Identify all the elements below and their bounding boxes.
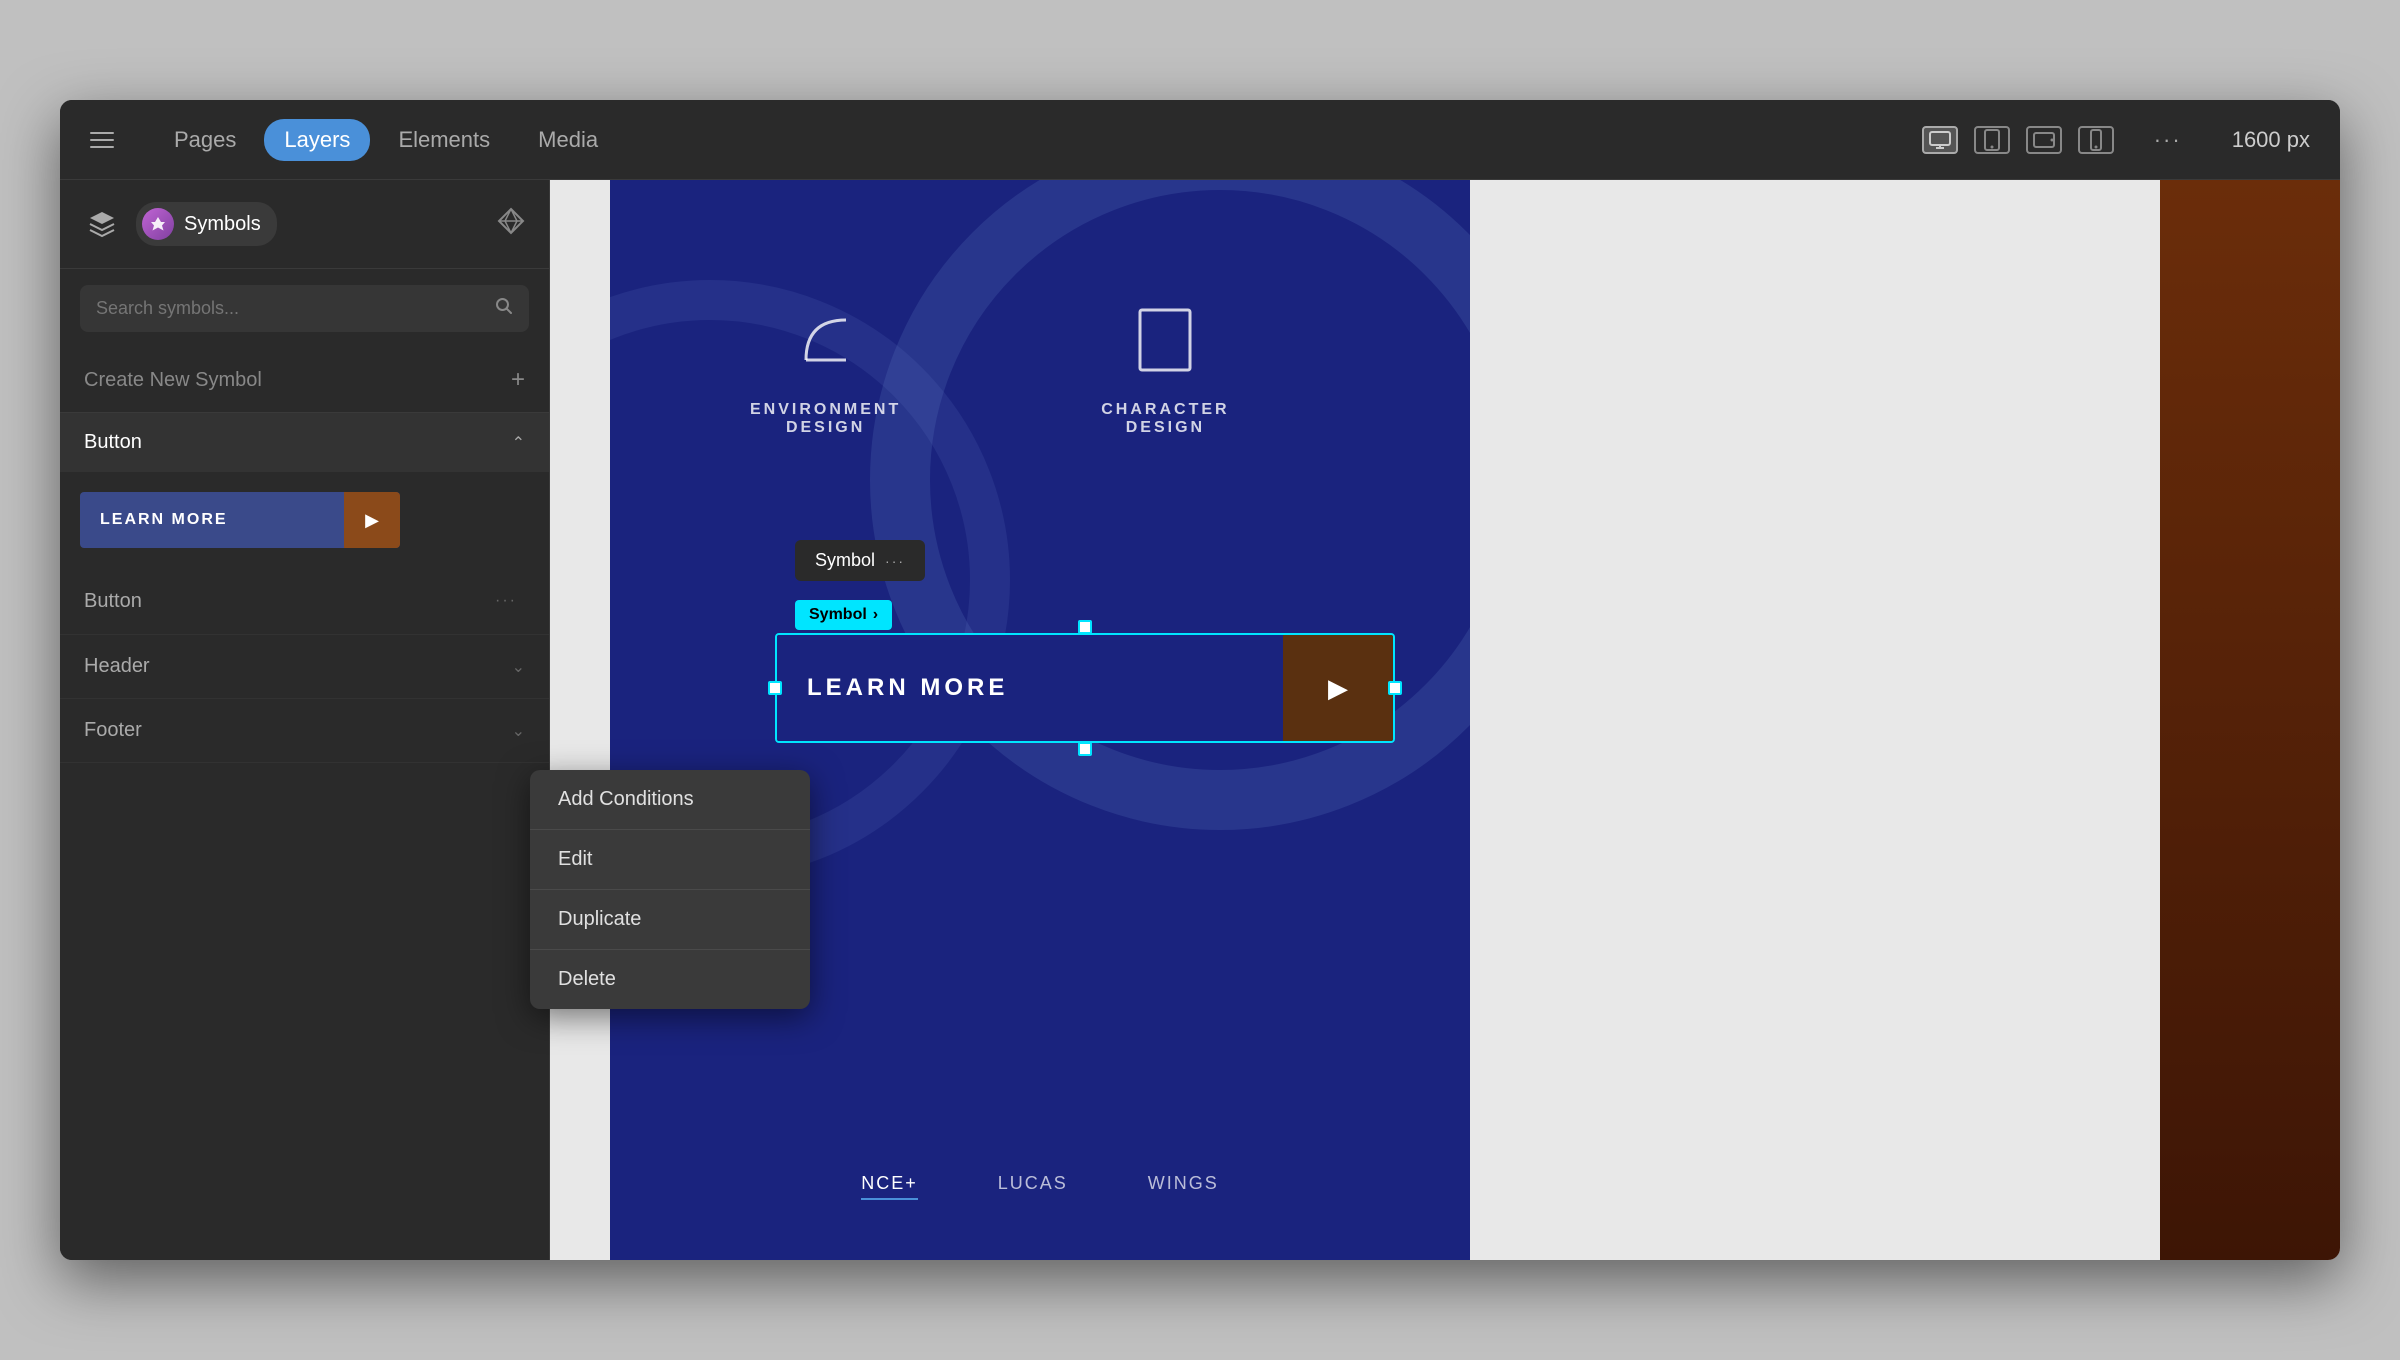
canvas-nav-item-wings[interactable]: WINGS [1148,1173,1219,1200]
canvas-icon-character: CHARACTER DESIGN [1101,300,1229,437]
layer-item-footer[interactable]: Footer ⌄ [60,699,549,763]
character-design-icon [1125,300,1205,385]
context-menu-item-duplicate[interactable]: Duplicate [530,890,810,950]
symbol-tag: Symbol ··· [795,540,925,581]
px-display: 1600 px [2232,127,2310,153]
tab-elements[interactable]: Elements [378,119,510,161]
button-section-chevron-icon: ⌃ [512,433,525,453]
preview-button: LEARN MORE ▶ [80,492,400,548]
tab-pages[interactable]: Pages [154,119,256,161]
layer-item-footer-chevron-icon: ⌄ [512,721,525,741]
mobile-device-icon[interactable] [2078,126,2114,154]
right-partial-canvas [2160,180,2340,1260]
canvas-selected-button-container: LEARN MORE ▶ [775,620,1395,756]
nav-tabs: Pages Layers Elements Media [154,119,618,161]
preview-button-label: LEARN MORE [80,511,344,529]
desktop-device-icon[interactable] [1922,126,1958,154]
button-preview-area: LEARN MORE ▶ [60,472,549,568]
character-design-label: CHARACTER DESIGN [1101,401,1229,437]
canvas-nav-row: NCE+ LUCAS WINGS [610,1173,1470,1200]
layer-item-header-label: Header [84,655,512,678]
layer-item-footer-label: Footer [84,719,512,742]
symbol-tooltip: Symbol ··· [795,540,925,581]
tablet-portrait-device-icon[interactable] [1974,126,2010,154]
layer-item-header[interactable]: Header ⌄ [60,635,549,699]
diamond-icon[interactable] [497,207,525,241]
tab-layers[interactable]: Layers [264,119,370,161]
main-content: Symbols [60,180,2340,1260]
canvas-area: ENVIRONMENT DESIGN CHARACTER DESIGN [550,180,2340,1260]
panel-header: Symbols [60,180,549,269]
search-icon [495,297,513,320]
create-symbol-plus-icon: + [511,366,525,394]
layer-item-header-chevron-icon: ⌄ [512,657,525,677]
selected-button-inner: LEARN MORE ▶ [775,633,1395,743]
canvas-background: ENVIRONMENT DESIGN CHARACTER DESIGN [550,180,2340,1260]
selection-bottom-handle [775,742,1395,756]
selected-tag-label: Symbol [809,606,867,624]
left-panel: Symbols [60,180,550,1260]
design-page: ENVIRONMENT DESIGN CHARACTER DESIGN [610,180,1470,1260]
tab-media[interactable]: Media [518,119,618,161]
app-window: Pages Layers Elements Media ··· 1600 px [60,100,2340,1260]
layer-item-button[interactable]: Button ··· [60,568,549,635]
context-menu: Add Conditions Edit Duplicate Delete [530,770,810,1009]
right-handle-dot [1388,681,1402,695]
canvas-nav-item-nce[interactable]: NCE+ [861,1173,918,1200]
symbol-icon [142,208,174,240]
button-section-title: Button [84,431,512,454]
context-menu-item-add-conditions[interactable]: Add Conditions [530,770,810,830]
button-section-header[interactable]: Button ⌃ [60,413,549,472]
layer-item-button-more-icon[interactable]: ··· [487,588,525,614]
canvas-nav-item-lucas[interactable]: LUCAS [998,1173,1068,1200]
context-menu-item-delete[interactable]: Delete [530,950,810,1009]
preview-button-arrow-icon: ▶ [344,492,400,548]
search-bar [80,285,529,332]
symbol-badge[interactable]: Symbols [136,202,277,246]
top-handle-dot [1078,620,1092,634]
device-icons [1922,126,2114,154]
selected-symbol-tag[interactable]: Symbol › [795,600,892,630]
symbol-tag-more-icon[interactable]: ··· [885,553,905,569]
environment-design-label: ENVIRONMENT DESIGN [750,401,901,437]
context-menu-item-edit[interactable]: Edit [530,830,810,890]
symbols-label: Symbols [184,213,261,236]
selected-button-text: LEARN MORE [807,674,1008,702]
environment-design-icon [786,300,866,385]
more-options-icon[interactable]: ··· [2154,127,2182,153]
selected-button-text-area: LEARN MORE [777,635,1283,741]
create-symbol-button[interactable]: Create New Symbol + [60,348,549,413]
bottom-handle-dot [1078,742,1092,756]
create-symbol-label: Create New Symbol [84,369,511,392]
top-nav: Pages Layers Elements Media ··· 1600 px [60,100,2340,180]
canvas-icon-environment: ENVIRONMENT DESIGN [750,300,901,437]
tablet-landscape-device-icon[interactable] [2026,126,2062,154]
search-input[interactable] [96,298,485,319]
left-handle-dot [768,681,782,695]
selected-tag-chevron-icon: › [873,606,878,624]
canvas-icons-row: ENVIRONMENT DESIGN CHARACTER DESIGN [750,300,1230,437]
layers-icon[interactable] [84,206,120,242]
symbol-tag-label: Symbol [815,550,875,571]
hamburger-menu-icon[interactable] [90,132,114,148]
selected-button-wrapper: LEARN MORE ▶ [775,633,1395,743]
selected-button-arrow-area: ▶ [1283,635,1393,741]
layer-item-button-label: Button [84,590,487,613]
